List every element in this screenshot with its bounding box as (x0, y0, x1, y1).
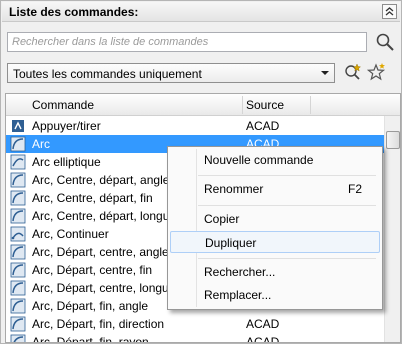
filter-dropdown[interactable]: Toutes les commandes uniquement (7, 63, 335, 83)
column-divider[interactable] (310, 96, 311, 114)
command-list-panel: Liste des commandes: Rechercher dans la … (0, 0, 402, 344)
panel-header: Liste des commandes: (2, 2, 400, 22)
find-command-icon[interactable] (343, 62, 363, 82)
menu-item-renommer[interactable]: Renommer F2 (170, 178, 380, 200)
command-name: Arc, Centre, départ, longueur (32, 209, 187, 223)
search-icon[interactable] (375, 32, 395, 52)
command-name: Arc (32, 137, 50, 151)
arc-icon (10, 190, 26, 206)
arc-icon (10, 136, 26, 152)
command-name: Arc elliptique (32, 155, 101, 169)
command-name: Arc, Départ, fin, rayon (32, 335, 149, 343)
menu-item-label: Rechercher... (204, 265, 276, 279)
command-name: Appuyer/tirer (32, 119, 101, 133)
menu-item-remplacer[interactable]: Remplacer... (170, 284, 380, 306)
menu-item-copier[interactable]: Copier (170, 208, 380, 230)
menu-item-shortcut: F2 (348, 182, 363, 196)
command-name: Arc, Départ, centre, angle (32, 245, 169, 259)
create-command-icon[interactable] (367, 62, 387, 82)
column-divider[interactable] (242, 96, 243, 114)
menu-item-nouvelle-commande[interactable]: Nouvelle commande (170, 149, 380, 171)
menu-item-dupliquer[interactable]: Dupliquer (170, 231, 380, 253)
command-name: Arc, Départ, centre, fin (32, 263, 153, 277)
vertical-scrollbar[interactable] (384, 116, 400, 342)
command-source: ACAD (246, 335, 280, 343)
command-name: Arc, Centre, départ, fin (32, 191, 153, 205)
scroll-thumb[interactable] (386, 131, 400, 149)
list-item[interactable]: Appuyer/tirer ACAD (6, 117, 386, 135)
menu-item-label: Dupliquer (205, 236, 257, 250)
list-item[interactable]: Arc, Départ, fin, rayon ACAD (6, 333, 386, 343)
menu-item-label: Nouvelle commande (204, 153, 314, 167)
panel-title: Liste des commandes: (9, 5, 139, 19)
arc-continue-icon (10, 226, 26, 242)
double-chevron-up-icon (385, 7, 394, 16)
menu-separator (198, 258, 376, 259)
search-input[interactable]: Rechercher dans la liste de commandes (7, 32, 367, 52)
list-header: Commande Source (6, 94, 400, 116)
arc-icon (10, 280, 26, 296)
collapse-button[interactable] (382, 4, 397, 19)
arc-icon (10, 244, 26, 260)
arc-icon (10, 262, 26, 278)
column-header-source[interactable]: Source (246, 98, 284, 112)
list-item[interactable]: Arc, Départ, fin, direction ACAD (6, 315, 386, 333)
arc-icon (10, 334, 26, 342)
column-header-command[interactable]: Commande (32, 98, 94, 112)
arc-icon (10, 316, 26, 332)
arc-icon (10, 298, 26, 314)
command-name: Arc, Départ, centre, longueur (32, 281, 187, 295)
menu-item-rechercher[interactable]: Rechercher... (170, 261, 380, 283)
command-name: Arc, Départ, fin, angle (32, 299, 149, 313)
command-name: Arc, Continuer (32, 227, 109, 241)
arc-icon (10, 208, 26, 224)
chevron-down-icon (321, 71, 329, 75)
menu-separator (198, 175, 376, 176)
menu-item-label: Remplacer... (204, 288, 272, 302)
elliptical-arc-icon (10, 154, 26, 170)
menu-item-label: Renommer (204, 182, 264, 196)
pushpull-icon (12, 120, 24, 132)
command-source: ACAD (246, 317, 280, 331)
context-menu: Nouvelle commande Renommer F2 Copier Dupliqu… (167, 146, 383, 310)
command-name: Arc, Centre, départ, angle (32, 173, 170, 187)
command-source: ACAD (246, 119, 280, 133)
filter-selected-value: Toutes les commandes uniquement (13, 67, 202, 81)
arc-icon (10, 172, 26, 188)
menu-item-label: Copier (204, 212, 240, 226)
menu-separator (198, 205, 376, 206)
command-name: Arc, Départ, fin, direction (32, 317, 165, 331)
